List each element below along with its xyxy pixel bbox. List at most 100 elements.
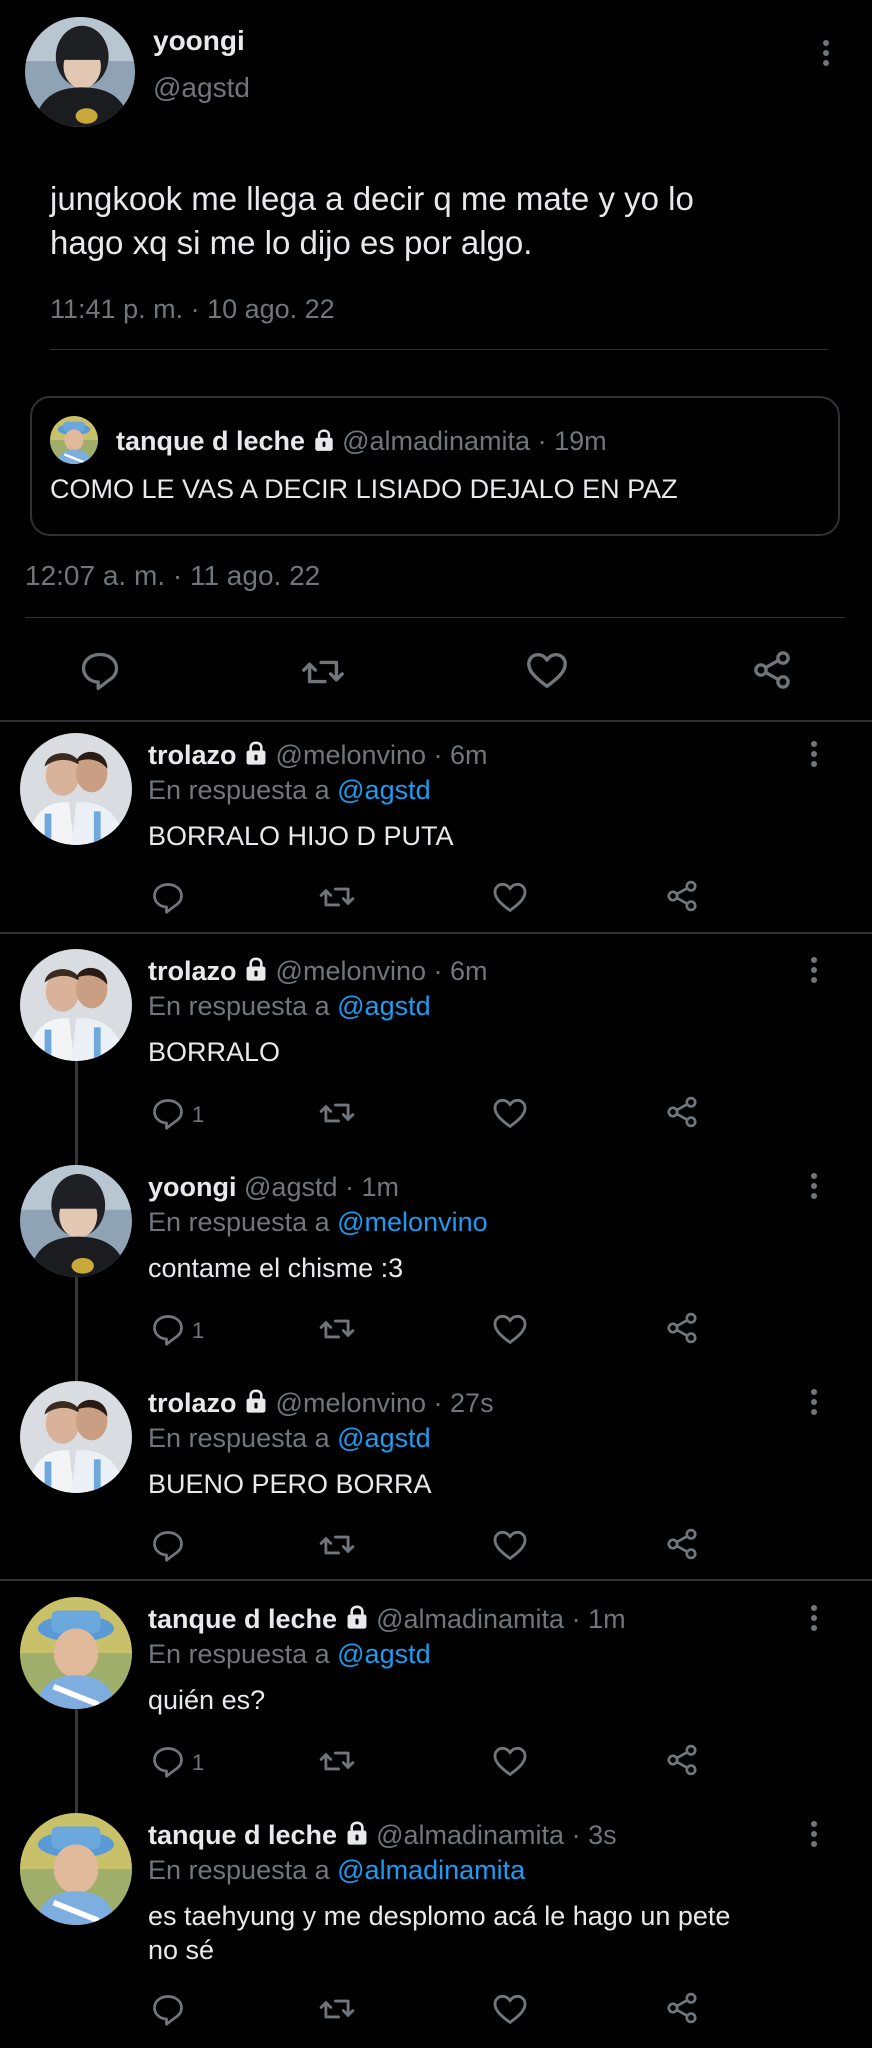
reply-author-handle[interactable]: @agstd — [244, 1172, 337, 1202]
reply-author-name[interactable]: trolazo — [148, 740, 237, 770]
author-avatar[interactable] — [25, 17, 135, 127]
replying-to-handle[interactable]: @agstd — [337, 775, 430, 805]
more-icon[interactable] — [810, 1821, 818, 1851]
quote-header: tanque d leche @almadinamita · 19m — [116, 424, 607, 458]
more-icon[interactable] — [810, 957, 818, 987]
quote-timestamp[interactable]: 12:07 a. m. · 11 ago. 22 — [25, 560, 320, 592]
reply-icon[interactable] — [150, 1528, 186, 1564]
replying-to-label: En respuesta a — [148, 1639, 330, 1669]
author-handle[interactable]: @agstd — [153, 72, 250, 104]
reply-author-handle[interactable]: @almadinamita — [376, 1820, 564, 1850]
quote-tweet-card[interactable] — [30, 396, 840, 536]
replying-to-handle[interactable]: @almadinamita — [337, 1855, 525, 1885]
divider — [25, 617, 845, 618]
reply-icon[interactable] — [150, 1992, 186, 2028]
reply-author-handle[interactable]: @melonvino — [276, 740, 426, 770]
retweet-icon[interactable] — [318, 1526, 356, 1564]
reply-avatar[interactable] — [20, 733, 132, 845]
reply-author-name[interactable]: tanque d leche — [148, 1820, 337, 1850]
section-divider — [0, 932, 872, 934]
quote-author-name: tanque d leche — [116, 426, 306, 456]
reply-author-handle[interactable]: @almadinamita — [376, 1604, 564, 1634]
replying-to: En respuesta a @almadinamita — [148, 1853, 525, 1887]
tweet-text-line-2: hago xq si me lo dijo es por algo. — [50, 224, 533, 261]
reply-header: trolazo @melonvino · 6m — [148, 738, 488, 772]
quote-author-handle: @almadinamita — [342, 426, 531, 456]
lock-icon — [245, 741, 267, 766]
reply-header: tanque d leche @almadinamita · 3s — [148, 1818, 617, 1852]
replying-to-handle[interactable]: @agstd — [337, 1639, 430, 1669]
reply-header: trolazo @melonvino · 27s — [148, 1386, 494, 1420]
lock-icon — [245, 1389, 267, 1414]
replying-to: En respuesta a @agstd — [148, 773, 431, 807]
replying-to-handle[interactable]: @agstd — [337, 1423, 430, 1453]
tweet-timestamp[interactable]: 11:41 p. m. · 10 ago. 22 — [50, 294, 335, 325]
share-icon[interactable] — [664, 1310, 700, 1346]
retweet-icon[interactable] — [318, 1990, 356, 2028]
retweet-icon[interactable] — [318, 1310, 356, 1348]
reply-age: · 3s — [571, 1820, 617, 1850]
reply-text: BORRALO HIJO D PUTA — [148, 821, 454, 851]
reply-avatar[interactable] — [20, 1165, 132, 1277]
share-icon[interactable] — [664, 1526, 700, 1562]
more-icon[interactable] — [810, 1173, 818, 1203]
reply-author-name[interactable]: trolazo — [148, 956, 237, 986]
share-icon[interactable] — [664, 1990, 700, 2026]
share-icon[interactable] — [664, 1742, 700, 1778]
reply-icon[interactable] — [150, 1312, 186, 1348]
reply-avatar[interactable] — [20, 1597, 132, 1709]
replying-to-handle[interactable]: @agstd — [337, 991, 430, 1021]
quote-text: COMO LE VAS A DECIR LISIADO DEJALO EN PA… — [50, 474, 678, 504]
reply-avatar[interactable] — [20, 949, 132, 1061]
retweet-icon[interactable] — [300, 649, 346, 695]
reply-text-line-2: no sé — [148, 1935, 215, 1965]
like-icon[interactable] — [491, 1310, 529, 1348]
share-icon[interactable] — [664, 1094, 700, 1130]
reply-author-handle[interactable]: @melonvino — [276, 956, 426, 986]
reply-author-name[interactable]: tanque d leche — [148, 1604, 337, 1634]
like-icon[interactable] — [524, 647, 570, 693]
replying-to-handle[interactable]: @melonvino — [337, 1207, 487, 1237]
replying-to-label: En respuesta a — [148, 1207, 330, 1237]
like-icon[interactable] — [491, 1526, 529, 1564]
thread-line — [75, 1708, 78, 1813]
replying-to: En respuesta a @agstd — [148, 1637, 431, 1671]
reply-text: BORRALO — [148, 1037, 281, 1067]
share-icon[interactable] — [750, 648, 794, 692]
reply-icon[interactable] — [150, 1096, 186, 1132]
like-icon[interactable] — [491, 1990, 529, 2028]
more-icon[interactable] — [810, 1389, 818, 1419]
like-icon[interactable] — [491, 878, 529, 916]
reply-avatar[interactable] — [20, 1381, 132, 1493]
author-name[interactable]: yoongi — [153, 25, 245, 57]
reply-avatar[interactable] — [20, 1813, 132, 1925]
lock-icon — [345, 1605, 368, 1630]
reply-count: 1 — [192, 1102, 205, 1127]
retweet-icon[interactable] — [318, 878, 356, 916]
reply-age: · 1m — [571, 1604, 626, 1634]
reply-icon[interactable] — [150, 880, 186, 916]
tweet-text-line-1: jungkook me llega a decir q me mate y yo… — [50, 180, 694, 217]
reply-age: · 6m — [433, 740, 488, 770]
reply-author-name[interactable]: yoongi — [148, 1172, 237, 1202]
more-icon[interactable] — [822, 40, 830, 70]
reply-text: BUENO PERO BORRA — [148, 1469, 432, 1499]
like-icon[interactable] — [491, 1742, 529, 1780]
reply-author-name[interactable]: trolazo — [148, 1388, 237, 1418]
reply-author-handle[interactable]: @melonvino — [276, 1388, 426, 1418]
like-icon[interactable] — [491, 1094, 529, 1132]
more-icon[interactable] — [810, 741, 818, 771]
replying-to-label: En respuesta a — [148, 1423, 330, 1453]
reply-icon[interactable] — [150, 1744, 186, 1780]
reply-age: · 27s — [433, 1388, 494, 1418]
retweet-icon[interactable] — [318, 1742, 356, 1780]
more-icon[interactable] — [810, 1605, 818, 1635]
divider — [50, 349, 828, 350]
reply-icon[interactable] — [78, 649, 122, 693]
lock-icon — [345, 1821, 368, 1846]
reply-header: tanque d leche @almadinamita · 1m — [148, 1602, 626, 1636]
retweet-icon[interactable] — [318, 1094, 356, 1132]
quote-age: · 19m — [537, 426, 607, 456]
thread-line — [75, 1060, 78, 1165]
share-icon[interactable] — [664, 878, 700, 914]
